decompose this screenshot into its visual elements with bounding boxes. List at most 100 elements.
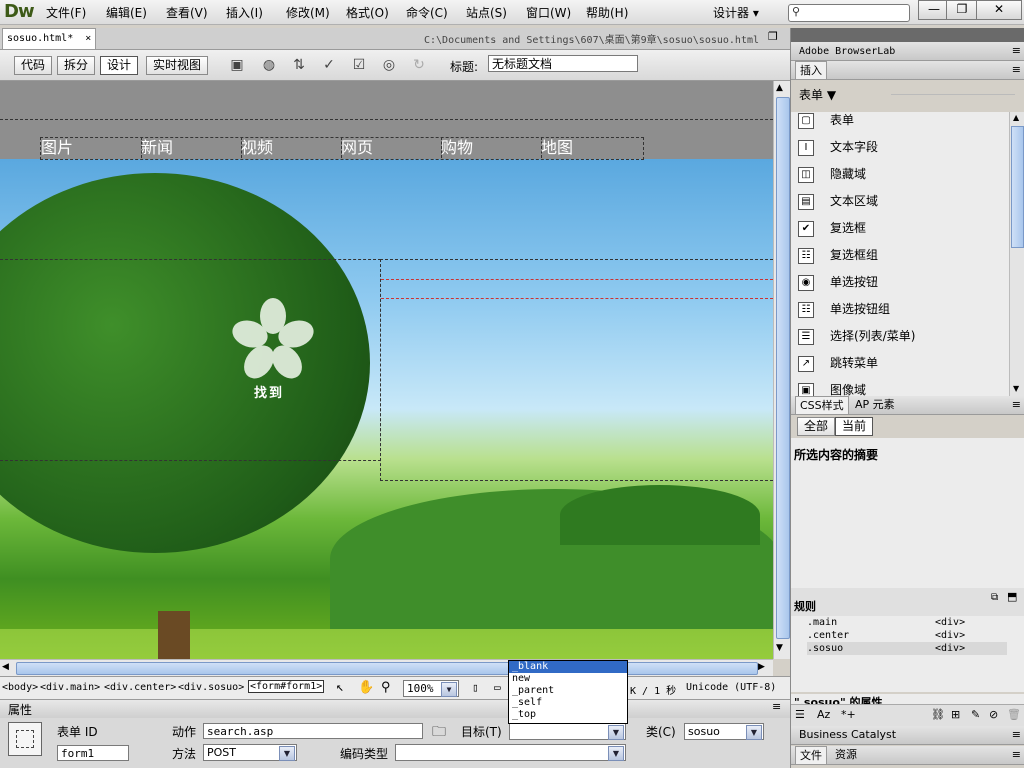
- category-view-icon[interactable]: ☰: [795, 708, 805, 721]
- menu-view[interactable]: 查看(V): [166, 4, 208, 21]
- insert-scrollbar[interactable]: ▲ ▼: [1009, 112, 1024, 396]
- tag-div-center[interactable]: <div.center>: [104, 682, 176, 693]
- target-option-blank[interactable]: _blank: [509, 661, 627, 673]
- split-view-button[interactable]: 拆分: [57, 56, 96, 75]
- nav-item-map[interactable]: 地图: [541, 137, 641, 158]
- attach-style-icon[interactable]: ⛓: [931, 708, 945, 721]
- scroll-left-icon[interactable]: ◀: [2, 662, 9, 672]
- rule-row[interactable]: .center <div>: [807, 629, 1007, 642]
- scroll-down-icon[interactable]: ▼: [776, 643, 783, 653]
- insert-item-image-field[interactable]: ▣ 图像域: [791, 377, 1009, 396]
- business-catalyst-header[interactable]: Business Catalyst ≡: [791, 726, 1024, 745]
- insert-item-jump-menu[interactable]: ↗ 跳转菜单: [791, 350, 1009, 377]
- insert-item-form[interactable]: ▢ 表单: [791, 112, 1009, 134]
- tag-form[interactable]: <form#form1>: [248, 680, 325, 693]
- device-icon[interactable]: ▭: [494, 681, 501, 694]
- menu-insert[interactable]: 插入(I): [226, 4, 263, 21]
- panel-menu-icon[interactable]: ≡: [1012, 726, 1021, 744]
- scroll-right-icon[interactable]: ▶: [758, 662, 765, 672]
- tab-ap-elements[interactable]: AP 元素: [851, 396, 899, 413]
- insert-item-text-field[interactable]: I 文本字段: [791, 134, 1009, 161]
- new-rule-icon[interactable]: ⊞: [951, 708, 960, 721]
- file-management-icon[interactable]: ⇅: [290, 57, 308, 73]
- scroll-thumb[interactable]: [776, 97, 790, 639]
- tab-assets[interactable]: 资源: [831, 746, 861, 763]
- restore-button[interactable]: ❐: [946, 0, 978, 20]
- method-select[interactable]: POST ▼: [203, 744, 297, 761]
- design-horizontal-scrollbar[interactable]: ◀ ▶: [0, 659, 773, 677]
- panel-menu-icon[interactable]: ≡: [1012, 42, 1021, 60]
- menu-modify[interactable]: 修改(M): [286, 4, 330, 21]
- multiscreen-icon[interactable]: ▣: [228, 57, 246, 73]
- page-title-input[interactable]: 无标题文档: [488, 55, 638, 72]
- panel-menu-icon[interactable]: ≡: [1012, 61, 1021, 79]
- panel-menu-icon[interactable]: ≡: [1012, 746, 1021, 764]
- target-option-parent[interactable]: _parent: [509, 685, 627, 697]
- tag-div-sosuo[interactable]: <div.sosuo>: [178, 682, 244, 693]
- target-select[interactable]: ▼: [509, 723, 626, 740]
- scroll-up-icon[interactable]: ▲: [1013, 113, 1019, 122]
- code-view-button[interactable]: 代码: [14, 56, 53, 75]
- menu-file[interactable]: 文件(F): [46, 4, 86, 21]
- cascade-icon[interactable]: ⧉: [991, 592, 998, 603]
- close-window-button[interactable]: ✕: [976, 0, 1022, 20]
- h-scroll-thumb[interactable]: [16, 662, 758, 675]
- menu-window[interactable]: 窗口(W): [526, 4, 571, 21]
- document-tab[interactable]: sosuo.html* ×: [2, 28, 97, 49]
- target-option-top[interactable]: _top: [509, 709, 627, 721]
- menu-edit[interactable]: 编辑(E): [106, 4, 147, 21]
- validate-icon[interactable]: ☑: [350, 57, 368, 73]
- disable-icon[interactable]: ⊘: [989, 708, 998, 721]
- design-vertical-scrollbar[interactable]: ▲ ▼: [773, 81, 791, 659]
- nav-item-shopping[interactable]: 购物: [441, 137, 542, 158]
- insert-item-checkbox-group[interactable]: ☷ 复选框组: [791, 242, 1009, 269]
- design-view-button[interactable]: 设计: [100, 56, 139, 75]
- refresh-icon[interactable]: ↻: [410, 57, 428, 73]
- insert-item-radio[interactable]: ◉ 单选按钮: [791, 269, 1009, 296]
- tag-div-main[interactable]: <div.main>: [40, 682, 100, 693]
- restore-doc-icon[interactable]: ❐: [768, 30, 778, 43]
- insert-item-radio-group[interactable]: ☷ 单选按钮组: [791, 296, 1009, 323]
- nav-item-video[interactable]: 视频: [241, 137, 342, 158]
- delete-icon[interactable]: 🗑: [1007, 708, 1021, 721]
- form-id-input[interactable]: form1: [57, 745, 129, 761]
- target-dropdown-list[interactable]: _blank new _parent _self _top: [508, 660, 628, 724]
- menu-format[interactable]: 格式(O): [346, 4, 389, 21]
- class-select[interactable]: sosuo ▼: [684, 723, 764, 740]
- scroll-thumb[interactable]: [1011, 126, 1024, 248]
- window-size-icon[interactable]: ▯: [472, 681, 479, 694]
- properties-header[interactable]: 属性 ≡: [0, 699, 790, 719]
- enctype-select[interactable]: ▼: [395, 744, 626, 761]
- insert-item-select[interactable]: ☰ 选择(列表/菜单): [791, 323, 1009, 350]
- rule-row-selected[interactable]: .sosuo <div>: [807, 642, 1007, 655]
- panel-menu-icon[interactable]: ≡: [772, 700, 781, 713]
- edit-rule-icon[interactable]: ✎: [971, 708, 980, 721]
- css-current-button[interactable]: 当前: [835, 417, 874, 436]
- alpha-sort-icon[interactable]: Az: [817, 708, 830, 721]
- insert-item-hidden-field[interactable]: ◫ 隐藏域: [791, 161, 1009, 188]
- folder-icon[interactable]: 🗀: [432, 721, 446, 745]
- panel-menu-icon[interactable]: ≡: [1012, 396, 1021, 414]
- zoom-select[interactable]: 100% ▼: [403, 680, 459, 697]
- tab-insert[interactable]: 插入: [795, 61, 827, 79]
- zoom-tool-icon[interactable]: ⚲: [381, 680, 391, 695]
- form-outline[interactable]: [381, 279, 773, 299]
- workspace-switcher[interactable]: 设计器 ▾: [713, 4, 759, 21]
- select-tool-icon[interactable]: ↖: [336, 680, 344, 695]
- insert-item-checkbox[interactable]: ✔ 复选框: [791, 215, 1009, 242]
- menu-commands[interactable]: 命令(C): [406, 4, 448, 21]
- nav-item-web[interactable]: 网页: [341, 137, 442, 158]
- check-browser-icon[interactable]: ✓: [320, 57, 338, 73]
- menu-site[interactable]: 站点(S): [466, 4, 507, 21]
- visual-aids-icon[interactable]: ◎: [380, 57, 398, 73]
- help-search-input[interactable]: ⚲: [788, 4, 910, 22]
- action-input[interactable]: search.asp: [203, 723, 423, 739]
- tag-body[interactable]: <body>: [2, 682, 38, 693]
- design-canvas[interactable]: 图片 新闻 视频 网页 购物 地图 找到: [0, 81, 773, 659]
- close-tab-icon[interactable]: ×: [85, 33, 91, 44]
- css-all-button[interactable]: 全部: [797, 417, 836, 436]
- tab-css-styles[interactable]: CSS样式: [795, 396, 849, 414]
- scroll-up-icon[interactable]: ▲: [776, 83, 783, 93]
- browser-preview-icon[interactable]: ◍: [260, 57, 278, 73]
- target-option-self[interactable]: _self: [509, 697, 627, 709]
